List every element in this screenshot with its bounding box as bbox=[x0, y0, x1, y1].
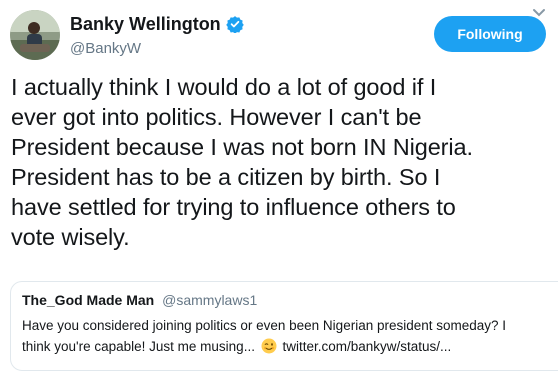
avatar[interactable] bbox=[10, 10, 60, 60]
author-info: Banky Wellington @BankyW bbox=[70, 12, 244, 57]
tweet-text-line: ever got into politics. However I can't … bbox=[11, 104, 422, 130]
quoted-text-line-2: think you're capable! Just me musing... … bbox=[22, 336, 547, 357]
tweet-header: Banky Wellington @BankyW Following bbox=[10, 8, 546, 64]
author-handle[interactable]: @BankyW bbox=[70, 40, 244, 57]
quoted-handle: @sammylaws1 bbox=[162, 292, 258, 308]
display-name-row: Banky Wellington bbox=[70, 12, 244, 36]
tweet-text-line: have settled for trying to influence oth… bbox=[11, 194, 456, 220]
quoted-tweet[interactable]: The_God Made Man @sammylaws1 Have you co… bbox=[10, 281, 558, 371]
tweet-text-line: I actually think I would do a lot of goo… bbox=[11, 74, 437, 100]
quoted-tweet-text: Have you considered joining politics or … bbox=[22, 315, 547, 357]
winking-face-emoji-icon bbox=[261, 338, 277, 354]
verified-badge-icon bbox=[225, 15, 244, 34]
quoted-text-segment: think you're capable! Just me musing... bbox=[22, 339, 255, 354]
tweet-text-line: vote wisely. bbox=[11, 224, 130, 250]
tweet-text-line: President has to be a citizen by birth. … bbox=[11, 164, 441, 190]
quoted-text-line: Have you considered joining politics or … bbox=[22, 318, 507, 333]
tweet-text-line: President because I was not born IN Nige… bbox=[11, 134, 473, 160]
quoted-tweet-link[interactable]: twitter.com/bankyw/status/... bbox=[282, 339, 451, 354]
tweet-text: I actually think I would do a lot of goo… bbox=[11, 72, 556, 252]
following-button[interactable]: Following bbox=[434, 16, 546, 52]
display-name[interactable]: Banky Wellington bbox=[70, 14, 221, 35]
quoted-tweet-header: The_God Made Man @sammylaws1 bbox=[22, 292, 257, 308]
quoted-display-name: The_God Made Man bbox=[22, 292, 155, 308]
